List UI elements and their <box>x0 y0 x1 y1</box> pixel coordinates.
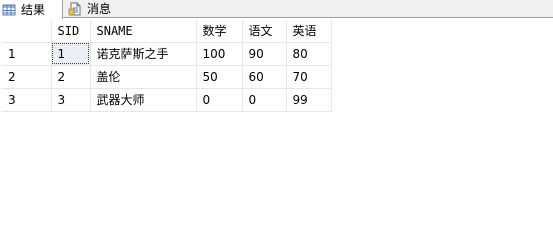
header-cell-sid[interactable]: SID <box>51 20 91 43</box>
results-grid[interactable]: SID SNAME 数学 语文 英语 1 1 诺克萨斯之手 100 90 80 … <box>2 20 332 112</box>
tab-messages[interactable]: 消息 <box>66 0 128 18</box>
cell-chinese[interactable]: 60 <box>242 65 287 89</box>
header-cell-chinese[interactable]: 语文 <box>242 20 287 43</box>
row-number[interactable]: 1 <box>2 42 52 66</box>
cell-math[interactable]: 0 <box>196 88 243 112</box>
cell-english[interactable]: 80 <box>286 42 332 66</box>
table-row: 3 3 武器大师 0 0 99 <box>2 88 332 112</box>
cell-sname[interactable]: 诺克萨斯之手 <box>90 42 197 66</box>
cell-chinese[interactable]: 0 <box>242 88 287 112</box>
tab-results-label: 结果 <box>21 2 46 17</box>
cell-chinese[interactable]: 90 <box>242 42 287 66</box>
cell-sid[interactable]: 1 <box>51 42 91 66</box>
cell-english[interactable]: 70 <box>286 65 332 89</box>
results-table: SID SNAME 数学 语文 英语 1 1 诺克萨斯之手 100 90 80 … <box>2 20 332 112</box>
row-number[interactable]: 3 <box>2 88 52 112</box>
row-number[interactable]: 2 <box>2 65 52 89</box>
table-row: 1 1 诺克萨斯之手 100 90 80 <box>2 42 332 66</box>
header-cell-sname[interactable]: SNAME <box>90 20 197 43</box>
cell-math[interactable]: 100 <box>196 42 243 66</box>
cell-sid[interactable]: 2 <box>51 65 91 89</box>
results-tab-bar: 结果 消息 <box>0 0 553 19</box>
cell-english[interactable]: 99 <box>286 88 332 112</box>
cell-sid[interactable]: 3 <box>51 88 91 112</box>
header-cell-english[interactable]: 英语 <box>286 20 332 43</box>
cell-sname[interactable]: 武器大师 <box>90 88 197 112</box>
cell-sname[interactable]: 盖伦 <box>90 65 197 89</box>
table-row: 2 2 盖伦 50 60 70 <box>2 65 332 89</box>
tab-messages-label: 消息 <box>87 2 112 16</box>
header-cell-math[interactable]: 数学 <box>196 20 243 43</box>
header-row: SID SNAME 数学 语文 英语 <box>2 20 332 43</box>
tab-results[interactable]: 结果 <box>0 0 63 19</box>
grid-icon <box>2 3 16 17</box>
document-icon <box>68 2 82 16</box>
header-cell-rownum[interactable] <box>2 20 52 43</box>
cell-math[interactable]: 50 <box>196 65 243 89</box>
